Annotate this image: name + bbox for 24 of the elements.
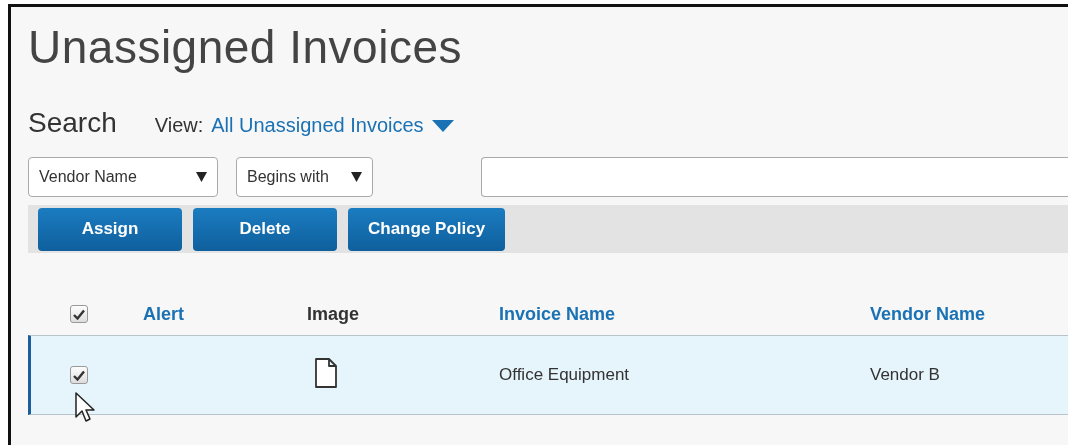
table-row[interactable]: Office Equipment Vendor B bbox=[28, 335, 1068, 415]
checkbox[interactable] bbox=[70, 366, 88, 384]
search-field[interactable] bbox=[480, 157, 1068, 197]
action-button[interactable]: Assign bbox=[38, 207, 182, 251]
page-title: Unassigned Invoices bbox=[28, 20, 463, 75]
table-cell-text: Office Equipment bbox=[499, 365, 631, 385]
column-header[interactable]: Vendor Name bbox=[870, 303, 1068, 325]
checkbox[interactable] bbox=[70, 305, 88, 323]
column-header: Image bbox=[307, 303, 361, 325]
caret-icon bbox=[350, 172, 362, 182]
caret-icon bbox=[431, 119, 454, 132]
view-dropdown[interactable]: All Unassigned Invoices bbox=[211, 114, 454, 137]
document-icon[interactable] bbox=[315, 358, 337, 388]
cursor-icon bbox=[75, 392, 97, 424]
column-header[interactable]: Invoice Name bbox=[499, 303, 870, 325]
action-button[interactable]: Change Policy bbox=[348, 207, 506, 251]
column-header[interactable]: Alert bbox=[143, 303, 307, 325]
table-cell-text: Vendor B bbox=[870, 365, 941, 385]
action-button[interactable]: Delete bbox=[193, 207, 337, 251]
filter-dropdown[interactable]: Vendor Name bbox=[28, 157, 218, 197]
search-label: Search bbox=[28, 107, 117, 139]
view-label: View: bbox=[154, 114, 204, 137]
filter-dropdown[interactable]: Begins with bbox=[236, 157, 373, 197]
caret-icon bbox=[196, 172, 207, 182]
